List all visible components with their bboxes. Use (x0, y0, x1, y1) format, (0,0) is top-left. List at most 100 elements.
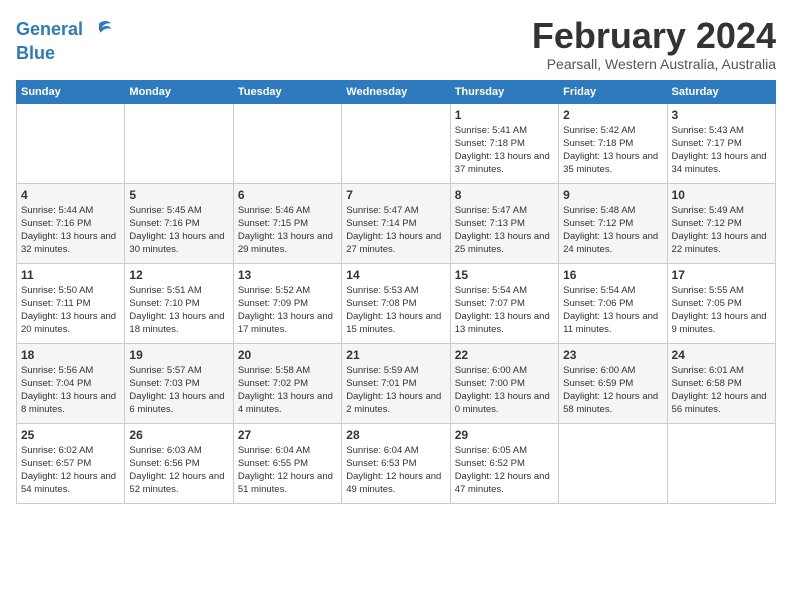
day-number: 1 (455, 108, 554, 122)
calendar-cell: 14 Sunrise: 5:53 AM Sunset: 7:08 PM Dayli… (342, 263, 450, 343)
calendar-cell (667, 423, 775, 503)
calendar-cell: 27 Sunrise: 6:04 AM Sunset: 6:55 PM Dayli… (233, 423, 341, 503)
calendar-cell: 18 Sunrise: 5:56 AM Sunset: 7:04 PM Dayli… (17, 343, 125, 423)
calendar-cell: 6 Sunrise: 5:46 AM Sunset: 7:15 PM Daylig… (233, 183, 341, 263)
day-number: 19 (129, 348, 228, 362)
logo-general: General (16, 19, 83, 39)
day-info: Sunrise: 5:45 AM Sunset: 7:16 PM Dayligh… (129, 204, 228, 257)
calendar-cell: 23 Sunrise: 6:00 AM Sunset: 6:59 PM Dayli… (559, 343, 667, 423)
day-info: Sunrise: 6:05 AM Sunset: 6:52 PM Dayligh… (455, 444, 554, 497)
day-info: Sunrise: 6:02 AM Sunset: 6:57 PM Dayligh… (21, 444, 120, 497)
day-info: Sunrise: 6:00 AM Sunset: 6:59 PM Dayligh… (563, 364, 662, 417)
day-info: Sunrise: 5:42 AM Sunset: 7:18 PM Dayligh… (563, 124, 662, 177)
weekday-header-wednesday: Wednesday (342, 80, 450, 103)
day-number: 12 (129, 268, 228, 282)
calendar-cell (17, 103, 125, 183)
weekday-header-tuesday: Tuesday (233, 80, 341, 103)
day-number: 4 (21, 188, 120, 202)
calendar-table: SundayMondayTuesdayWednesdayThursdayFrid… (16, 80, 776, 504)
calendar-cell (125, 103, 233, 183)
calendar-cell (342, 103, 450, 183)
day-number: 25 (21, 428, 120, 442)
day-info: Sunrise: 5:54 AM Sunset: 7:07 PM Dayligh… (455, 284, 554, 337)
calendar-cell: 19Sunrise: 5:57 AM Sunset: 7:03 PM Dayli… (125, 343, 233, 423)
calendar-cell: 11 Sunrise: 5:50 AM Sunset: 7:11 PM Dayli… (17, 263, 125, 343)
day-info: Sunrise: 5:54 AM Sunset: 7:06 PM Dayligh… (563, 284, 662, 337)
day-number: 3 (672, 108, 771, 122)
calendar-cell: 3 Sunrise: 5:43 AM Sunset: 7:17 PM Daylig… (667, 103, 775, 183)
calendar-cell: 9 Sunrise: 5:48 AM Sunset: 7:12 PM Daylig… (559, 183, 667, 263)
day-info: Sunrise: 5:59 AM Sunset: 7:01 PM Dayligh… (346, 364, 445, 417)
day-number: 16 (563, 268, 662, 282)
day-number: 22 (455, 348, 554, 362)
calendar-cell: 17Sunrise: 5:55 AM Sunset: 7:05 PM Dayli… (667, 263, 775, 343)
calendar-cell: 22 Sunrise: 6:00 AM Sunset: 7:00 PM Dayli… (450, 343, 558, 423)
logo-line1: General (16, 16, 113, 44)
calendar-cell: 20Sunrise: 5:58 AM Sunset: 7:02 PM Dayli… (233, 343, 341, 423)
day-number: 18 (21, 348, 120, 362)
calendar-cell: 28Sunrise: 6:04 AM Sunset: 6:53 PM Dayli… (342, 423, 450, 503)
day-info: Sunrise: 5:50 AM Sunset: 7:11 PM Dayligh… (21, 284, 120, 337)
day-number: 23 (563, 348, 662, 362)
day-number: 2 (563, 108, 662, 122)
day-number: 26 (129, 428, 228, 442)
day-number: 11 (21, 268, 120, 282)
day-number: 14 (346, 268, 445, 282)
day-number: 10 (672, 188, 771, 202)
day-info: Sunrise: 5:53 AM Sunset: 7:08 PM Dayligh… (346, 284, 445, 337)
day-number: 27 (238, 428, 337, 442)
calendar-cell: 12 Sunrise: 5:51 AM Sunset: 7:10 PM Dayli… (125, 263, 233, 343)
calendar-cell: 2 Sunrise: 5:42 AM Sunset: 7:18 PM Daylig… (559, 103, 667, 183)
day-info: Sunrise: 5:58 AM Sunset: 7:02 PM Dayligh… (238, 364, 337, 417)
day-number: 8 (455, 188, 554, 202)
day-info: Sunrise: 6:04 AM Sunset: 6:55 PM Dayligh… (238, 444, 337, 497)
day-info: Sunrise: 5:51 AM Sunset: 7:10 PM Dayligh… (129, 284, 228, 337)
day-info: Sunrise: 5:49 AM Sunset: 7:12 PM Dayligh… (672, 204, 771, 257)
weekday-header-thursday: Thursday (450, 80, 558, 103)
weekday-header-sunday: Sunday (17, 80, 125, 103)
calendar-cell: 26 Sunrise: 6:03 AM Sunset: 6:56 PM Dayli… (125, 423, 233, 503)
calendar-cell: 5 Sunrise: 5:45 AM Sunset: 7:16 PM Daylig… (125, 183, 233, 263)
day-number: 29 (455, 428, 554, 442)
calendar-week-2: 4 Sunrise: 5:44 AM Sunset: 7:16 PM Daylig… (17, 183, 776, 263)
calendar-week-3: 11 Sunrise: 5:50 AM Sunset: 7:11 PM Dayli… (17, 263, 776, 343)
calendar-cell: 21 Sunrise: 5:59 AM Sunset: 7:01 PM Dayli… (342, 343, 450, 423)
day-info: Sunrise: 5:43 AM Sunset: 7:17 PM Dayligh… (672, 124, 771, 177)
day-number: 6 (238, 188, 337, 202)
weekday-header-friday: Friday (559, 80, 667, 103)
weekday-header-saturday: Saturday (667, 80, 775, 103)
day-number: 17 (672, 268, 771, 282)
calendar-cell: 29 Sunrise: 6:05 AM Sunset: 6:52 PM Dayli… (450, 423, 558, 503)
day-number: 21 (346, 348, 445, 362)
weekday-header-row: SundayMondayTuesdayWednesdayThursdayFrid… (17, 80, 776, 103)
day-info: Sunrise: 5:46 AM Sunset: 7:15 PM Dayligh… (238, 204, 337, 257)
location: Pearsall, Western Australia, Australia (532, 56, 776, 72)
calendar-cell: 16 Sunrise: 5:54 AM Sunset: 7:06 PM Dayli… (559, 263, 667, 343)
calendar-cell: 10 Sunrise: 5:49 AM Sunset: 7:12 PM Dayli… (667, 183, 775, 263)
calendar-cell: 8 Sunrise: 5:47 AM Sunset: 7:13 PM Daylig… (450, 183, 558, 263)
day-info: Sunrise: 6:00 AM Sunset: 7:00 PM Dayligh… (455, 364, 554, 417)
day-number: 5 (129, 188, 228, 202)
day-info: Sunrise: 5:47 AM Sunset: 7:13 PM Dayligh… (455, 204, 554, 257)
day-info: Sunrise: 5:41 AM Sunset: 7:18 PM Dayligh… (455, 124, 554, 177)
day-number: 15 (455, 268, 554, 282)
header: General Blue February 2024 Pearsall, Wes… (16, 16, 776, 72)
calendar-week-5: 25 Sunrise: 6:02 AM Sunset: 6:57 PM Dayli… (17, 423, 776, 503)
calendar-cell: 1 Sunrise: 5:41 AM Sunset: 7:18 PM Daylig… (450, 103, 558, 183)
calendar-cell (559, 423, 667, 503)
day-number: 24 (672, 348, 771, 362)
calendar-cell: 15 Sunrise: 5:54 AM Sunset: 7:07 PM Dayli… (450, 263, 558, 343)
day-info: Sunrise: 5:52 AM Sunset: 7:09 PM Dayligh… (238, 284, 337, 337)
day-info: Sunrise: 5:56 AM Sunset: 7:04 PM Dayligh… (21, 364, 120, 417)
calendar-week-4: 18 Sunrise: 5:56 AM Sunset: 7:04 PM Dayli… (17, 343, 776, 423)
logo-blue: Blue (16, 44, 113, 62)
day-info: Sunrise: 5:47 AM Sunset: 7:14 PM Dayligh… (346, 204, 445, 257)
day-info: Sunrise: 5:44 AM Sunset: 7:16 PM Dayligh… (21, 204, 120, 257)
logo: General Blue (16, 16, 113, 62)
logo-bird-icon (85, 16, 113, 44)
day-number: 9 (563, 188, 662, 202)
day-info: Sunrise: 6:04 AM Sunset: 6:53 PM Dayligh… (346, 444, 445, 497)
day-info: Sunrise: 6:03 AM Sunset: 6:56 PM Dayligh… (129, 444, 228, 497)
calendar-week-1: 1 Sunrise: 5:41 AM Sunset: 7:18 PM Daylig… (17, 103, 776, 183)
day-info: Sunrise: 5:48 AM Sunset: 7:12 PM Dayligh… (563, 204, 662, 257)
